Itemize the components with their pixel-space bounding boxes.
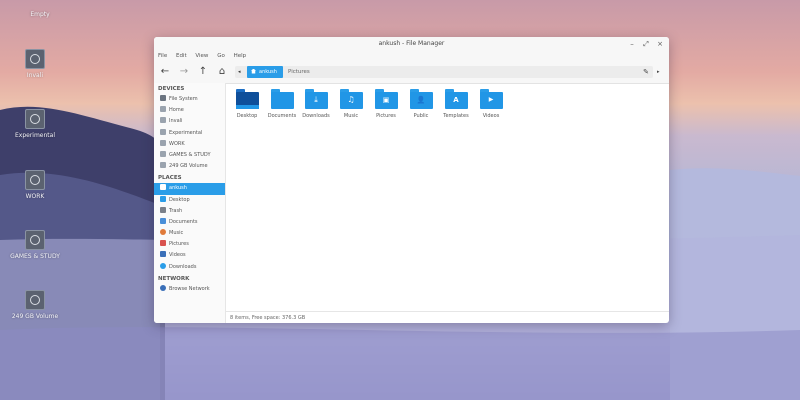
file-item-public[interactable]: 👤 Public xyxy=(402,89,440,119)
file-item-videos[interactable]: ▶ Videos xyxy=(472,89,510,119)
sidebar-places-header: PLACES xyxy=(158,175,182,182)
desktop-icon-empty[interactable]: Empty xyxy=(0,11,80,18)
sidebar-item-home[interactable]: Home xyxy=(154,105,225,116)
menu-file[interactable]: File xyxy=(158,51,167,61)
sidebar-item-trash[interactable]: Trash xyxy=(154,206,225,217)
drive-icon xyxy=(160,128,166,135)
desktop-icon-work[interactable]: WORK xyxy=(0,170,75,200)
breadcrumb-ankush[interactable]: ankush xyxy=(247,66,283,78)
desktop-icon-249gb-volume[interactable]: 249 GB Volume xyxy=(0,290,75,320)
desktop-icon-games-study[interactable]: GAMES & STUDY xyxy=(0,230,75,260)
sidebar-item-browse-network[interactable]: Browse Network xyxy=(154,284,225,295)
home-icon xyxy=(251,68,256,74)
drive-icon xyxy=(25,109,45,129)
sidebar-item-file-system[interactable]: File System xyxy=(154,94,225,105)
up-button[interactable]: ↑ xyxy=(196,65,210,79)
drive-icon xyxy=(160,106,166,113)
drive-icon xyxy=(160,95,166,101)
titlebar[interactable]: ankush - File Manager – ⤢ × xyxy=(154,37,669,51)
menu-view[interactable]: View xyxy=(195,51,208,61)
sidebar-network-header: NETWORK xyxy=(158,275,190,282)
desktop-icon-experimental[interactable]: Experimental xyxy=(0,109,75,139)
home-icon xyxy=(160,184,166,191)
menu-go[interactable]: Go xyxy=(217,51,225,61)
home-button[interactable]: ⌂ xyxy=(215,65,229,79)
drive-icon xyxy=(160,139,166,146)
drive-icon xyxy=(160,150,166,157)
window-title: ankush - File Manager xyxy=(378,40,445,47)
back-button[interactable]: ← xyxy=(158,65,172,79)
toolbar: ← → ↑ ⌂ ◂ ankush Pictures ✎ ▸ xyxy=(154,61,669,84)
edit-path-icon[interactable]: ✎ xyxy=(643,66,649,78)
file-item-downloads[interactable]: ⤓ Downloads xyxy=(297,89,335,119)
file-item-templates[interactable]: A Templates xyxy=(437,89,475,119)
sidebar-item-music[interactable]: Music xyxy=(154,228,225,239)
sidebar-item-experimental[interactable]: Experimental xyxy=(154,128,225,139)
sidebar-item-work[interactable]: WORK xyxy=(154,139,225,150)
sidebar-item-desktop[interactable]: Desktop xyxy=(154,195,225,206)
sidebar-item-documents[interactable]: Documents xyxy=(154,217,225,228)
drive-icon xyxy=(25,170,45,190)
menu-help[interactable]: Help xyxy=(234,51,247,61)
sidebar-item-videos[interactable]: Videos xyxy=(154,250,225,261)
file-item-pictures[interactable]: ▣ Pictures xyxy=(367,89,405,119)
menubar: File Edit View Go Help xyxy=(154,51,669,61)
desktop-folder-icon xyxy=(235,89,259,109)
path-bar: ◂ ankush Pictures ✎ xyxy=(235,66,653,78)
drive-icon xyxy=(160,117,166,124)
documents-folder-icon xyxy=(270,89,294,109)
sidebar-item-games-study[interactable]: GAMES & STUDY xyxy=(154,150,225,161)
status-bar: 8 items, Free space: 376.3 GB xyxy=(226,311,669,323)
network-icon xyxy=(160,284,166,291)
minimize-button[interactable]: – xyxy=(627,39,637,49)
desktop-icon xyxy=(160,195,166,202)
templates-folder-icon: A xyxy=(444,89,468,109)
sidebar-devices-header: DEVICES xyxy=(158,86,185,92)
file-view: Desktop Documents ⤓ Downloads ♫ Music ▣ … xyxy=(226,83,669,311)
drive-icon xyxy=(25,290,45,310)
sidebar-item-249gb-volume[interactable]: 249 GB Volume xyxy=(154,161,225,172)
downloads-folder-icon: ⤓ xyxy=(304,89,328,109)
path-scroll-left-icon[interactable]: ◂ xyxy=(238,66,241,78)
drive-icon xyxy=(25,230,45,250)
file-manager-window: ankush - File Manager – ⤢ × File Edit Vi… xyxy=(154,37,669,323)
close-button[interactable]: × xyxy=(655,39,665,49)
sidebar-item-ankush[interactable]: ankush xyxy=(154,183,225,195)
trash-icon xyxy=(160,206,166,213)
forward-button[interactable]: → xyxy=(177,65,191,79)
drive-icon xyxy=(25,49,45,69)
file-item-documents[interactable]: Documents xyxy=(263,89,301,119)
breadcrumb-pictures[interactable]: Pictures xyxy=(288,66,310,78)
public-folder-icon: 👤 xyxy=(409,89,433,109)
music-icon xyxy=(160,229,166,236)
videos-icon xyxy=(160,251,166,258)
pictures-folder-icon: ▣ xyxy=(374,89,398,109)
videos-folder-icon: ▶ xyxy=(479,89,503,109)
pictures-icon xyxy=(160,240,166,247)
sidebar: DEVICES File System Home Invali Experime… xyxy=(154,83,226,323)
file-item-music[interactable]: ♫ Music xyxy=(332,89,370,119)
documents-icon xyxy=(160,217,166,224)
music-folder-icon: ♫ xyxy=(339,89,363,109)
sidebar-item-invali[interactable]: Invali xyxy=(154,116,225,127)
desktop-icon-invali[interactable]: Invali xyxy=(0,49,75,79)
downloads-icon xyxy=(160,262,166,269)
menu-edit[interactable]: Edit xyxy=(176,51,187,61)
file-item-desktop[interactable]: Desktop xyxy=(228,89,266,119)
maximize-button[interactable]: ⤢ xyxy=(641,39,651,49)
sidebar-item-downloads[interactable]: Downloads xyxy=(154,262,225,273)
sidebar-item-pictures[interactable]: Pictures xyxy=(154,239,225,250)
path-scroll-right-icon[interactable]: ▸ xyxy=(657,66,660,78)
drive-icon xyxy=(160,162,166,169)
